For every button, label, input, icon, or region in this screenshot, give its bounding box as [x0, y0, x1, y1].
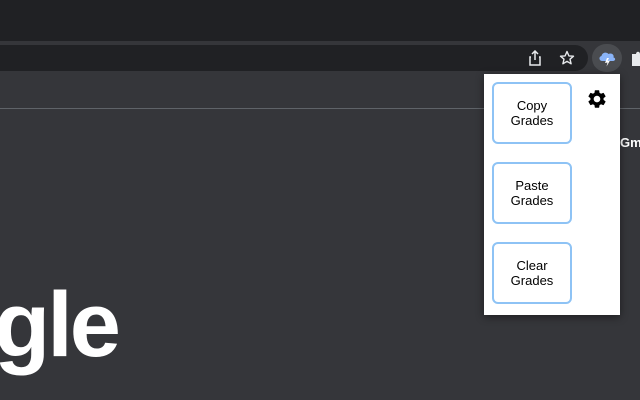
- extension-popup: Copy Grades Paste Grades Clear Grades: [484, 74, 620, 315]
- copy-grades-button[interactable]: Copy Grades: [492, 82, 572, 144]
- gmail-link[interactable]: Gmail: [620, 135, 640, 150]
- cloud-lightning-extension-icon[interactable]: [592, 44, 622, 72]
- tab-strip: [0, 0, 640, 41]
- bookmark-star-icon[interactable]: [555, 46, 579, 70]
- address-bar[interactable]: [0, 45, 588, 71]
- paste-grades-button[interactable]: Paste Grades: [492, 162, 572, 224]
- paste-grades-label: Paste Grades: [510, 178, 554, 208]
- clear-grades-button[interactable]: Clear Grades: [492, 242, 572, 304]
- puzzle-extensions-icon[interactable]: [626, 46, 640, 70]
- share-icon[interactable]: [523, 46, 547, 70]
- gear-icon[interactable]: [586, 88, 608, 110]
- browser-toolbar: [0, 41, 640, 73]
- google-logo-fragment: gle: [0, 274, 121, 376]
- clear-grades-label: Clear Grades: [510, 258, 554, 288]
- copy-grades-label: Copy Grades: [510, 98, 554, 128]
